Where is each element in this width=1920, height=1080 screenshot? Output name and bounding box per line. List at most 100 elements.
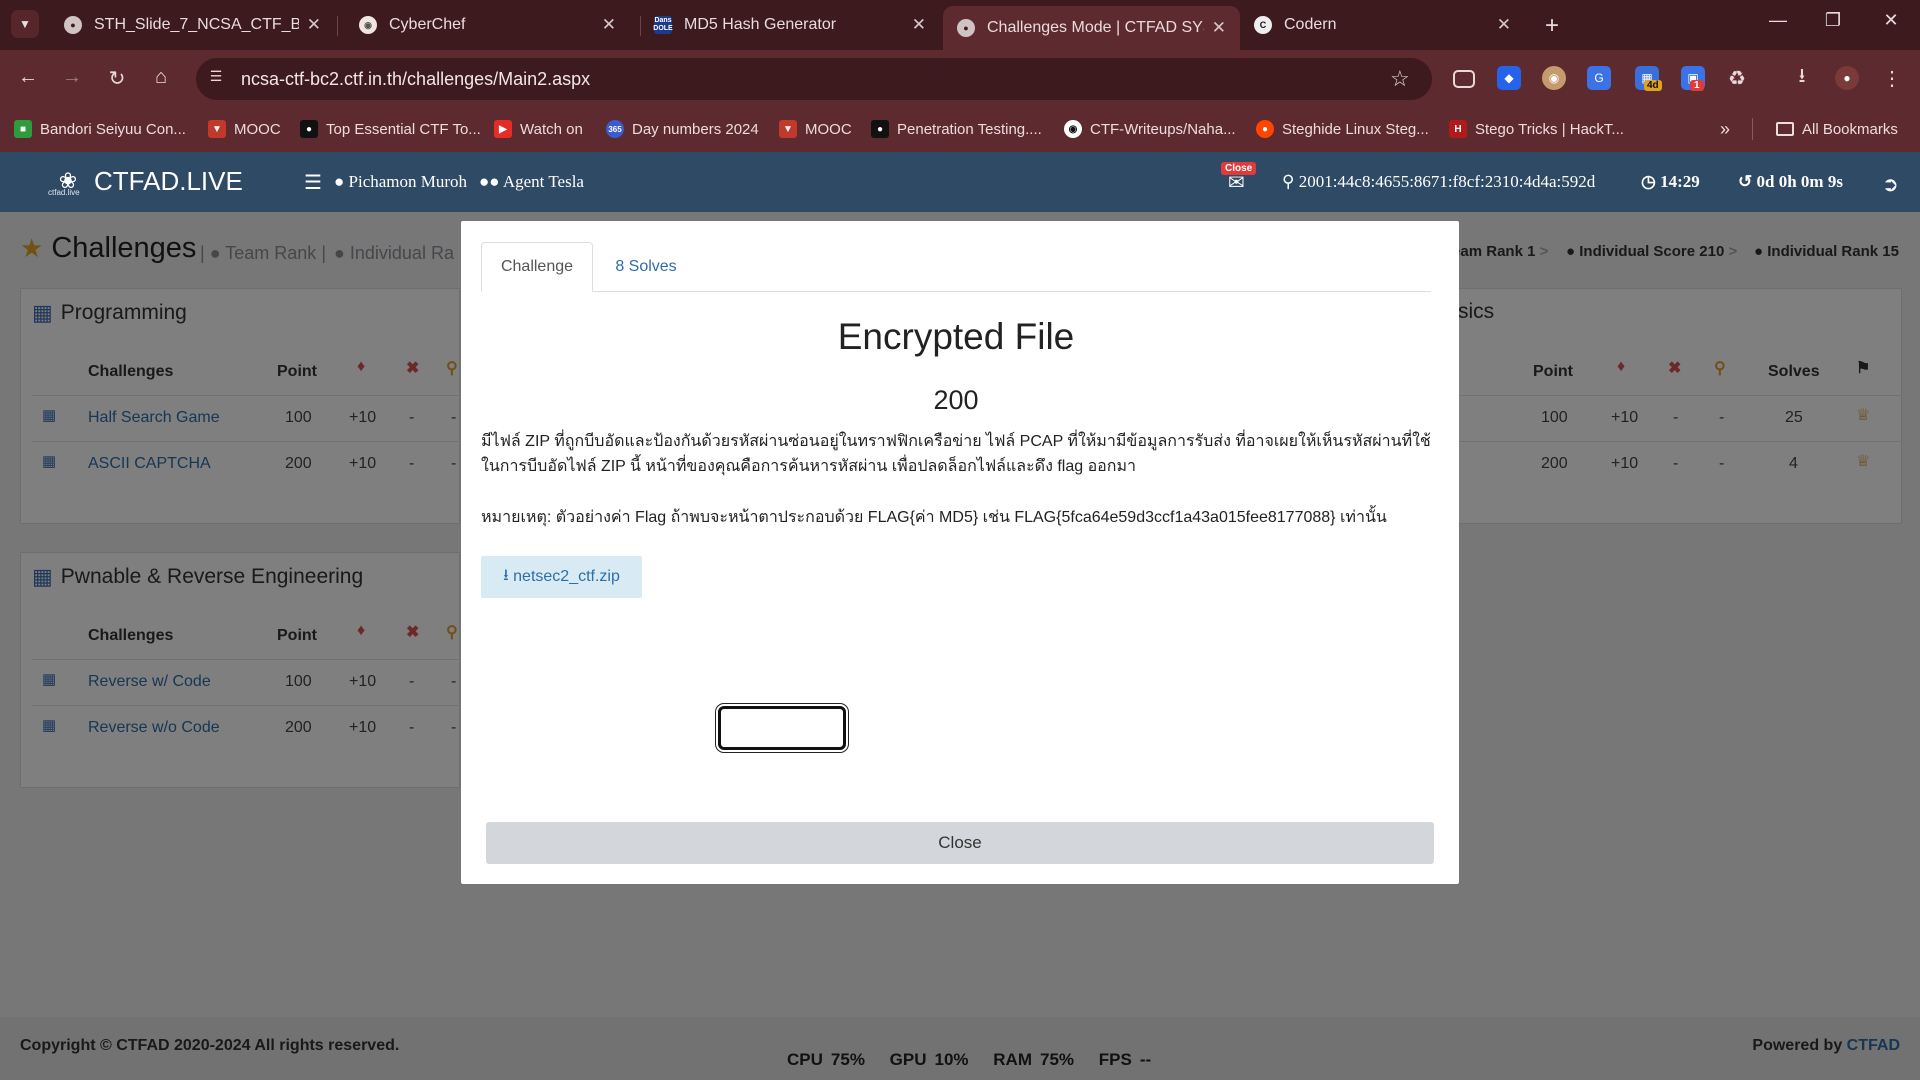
puzzle-extensions-icon[interactable]: ♻ [1725,66,1749,90]
minimize-button[interactable]: — [1763,10,1793,31]
shield-favicon-icon: ▼ [208,120,226,138]
user-icon: ● [334,172,349,191]
bookmark-star-icon[interactable]: ☆ [1390,66,1410,92]
tab-title: MD5 Hash Generator [684,16,837,33]
translate-extension-icon[interactable]: G [1587,66,1611,90]
tab-title: STH_Slide_7_NCSA_CTF_Bootcamp [94,16,299,33]
tab-search-button[interactable]: ▼ [11,10,39,38]
tab-md5-generator[interactable]: Dans DOLE MD5 Hash Generator ✕ [640,6,940,44]
tab-solves[interactable]: 8 Solves [596,242,696,292]
users-icon: ●● [479,172,503,191]
tab-title: CyberChef [389,16,466,33]
reload-button[interactable]: ↻ [103,66,131,91]
mail-badge: Close [1221,162,1257,175]
tab-title: Challenges Mode | CTFAD SYSTEM [987,19,1204,36]
bookmark-item[interactable]: ▼ MOOC [208,116,281,142]
hamburger-menu-icon[interactable]: ☰ [304,170,322,195]
bookmark-item[interactable]: ◉ CTF-Writeups/Naha... [1064,116,1236,142]
logout-icon[interactable]: ➲ [1882,172,1899,197]
tab-title: Codern [1284,16,1337,33]
challenge-title: Encrypted File [837,316,1075,357]
close-window-button[interactable]: ✕ [1876,10,1906,31]
codern-icon: C [1254,16,1272,34]
tab-sth-slide[interactable]: ● STH_Slide_7_NCSA_CTF_Bootcamp ✕ [50,6,335,44]
close-icon[interactable]: ✕ [912,15,926,35]
extension-badge: 1 [1690,80,1704,91]
clock-icon: ◷ [1641,172,1661,191]
reload-icon: ↻ [108,68,126,90]
profile-avatar[interactable]: ● [1835,66,1859,90]
double-chevron-icon: » [1720,118,1731,139]
tab-divider [337,16,338,36]
globe-icon: ● [64,16,82,34]
tab-challenges-mode[interactable]: ● Challenges Mode | CTFAD SYSTEM ✕ [943,6,1240,50]
elapsed-timer: ↺ 0d 0h 0m 9s [1738,172,1843,191]
site-info-icon[interactable]: ☰ [206,68,226,88]
team-name[interactable]: ●● Agent Tesla [479,172,584,192]
logo-subtext: ctfad.live [48,188,80,197]
new-tab-button[interactable]: + [1545,12,1559,40]
extension-badge: 4d [1644,80,1662,91]
close-icon: ✕ [1883,10,1899,30]
home-icon: ⌂ [154,66,168,88]
sidebar-panel-icon[interactable] [1453,70,1475,88]
close-button[interactable]: Close [486,822,1434,864]
bookmark-item[interactable]: ■ Bandori Seiyuu Con... [14,116,186,142]
chevron-down-icon: ▼ [19,17,31,31]
folder-icon [1776,122,1794,136]
github-favicon-icon: ◉ [1064,120,1082,138]
challenge-description: มีไฟล์ ZIP ที่ถูกบีบอัดและป้องกันด้วยรหั… [481,433,1431,475]
bookmark-item[interactable]: H Stego Tricks | HackT... [1449,116,1624,142]
back-button[interactable]: ← [14,66,42,89]
flag-input[interactable] [716,704,848,752]
bookmark-item[interactable]: ● Penetration Testing.... [871,116,1042,142]
home-button[interactable]: ⌂ [147,66,175,89]
restore-icon: ❐ [1824,10,1842,30]
user-name[interactable]: ● Pichamon Muroh [334,172,467,192]
site-navbar [0,152,1920,212]
chef-hat-icon: ◉ [359,16,377,34]
reddit-favicon-icon: ● [1256,120,1274,138]
dans-dole-icon: Dans DOLE [653,16,673,34]
medium-favicon-icon: ● [871,120,889,138]
bookmark-item[interactable]: 365 Day numbers 2024 [606,116,759,142]
challenge-points: 200 [933,385,979,415]
map-marker-icon: ⚲ [1282,172,1299,191]
close-icon[interactable]: ✕ [1212,18,1226,38]
tab-challenge[interactable]: Challenge [481,242,593,292]
clock: ◷ 14:29 [1641,172,1700,191]
bookmark-item[interactable]: ● Steghide Linux Steg... [1256,116,1429,142]
restore-button[interactable]: ❐ [1818,10,1848,31]
download-icon[interactable]: ⭳ [1790,65,1814,90]
close-icon[interactable]: ✕ [307,15,321,35]
minimize-icon: — [1769,10,1787,30]
shield-favicon-icon: ▼ [779,120,797,138]
performance-overlay: CPU 75% GPU 10% RAM 75% FPS -- [787,1050,1152,1069]
arrow-right-icon: → [62,66,82,88]
close-icon[interactable]: ✕ [1497,15,1511,35]
url-text[interactable]: ncsa-ctf-bc2.ctf.in.th/challenges/Main2.… [241,69,590,90]
ip-address: ⚲ 2001:44c8:4655:8671:f8cf:2310:4d4a:592… [1282,172,1596,191]
layers-extension-icon[interactable]: ◆ [1497,66,1521,90]
brand-name[interactable]: CTFAD.LIVE [94,166,243,197]
bookmarks-overflow-button[interactable]: » [1720,116,1730,142]
download-icon: ⭳ [503,566,514,584]
bookmark-item[interactable]: ▶ Watch on [494,116,583,142]
close-icon[interactable]: ✕ [602,15,616,35]
youtube-favicon-icon: ▶ [494,120,512,138]
menu-kebab-icon[interactable]: ⋮ [1880,66,1904,90]
forward-button[interactable]: → [58,66,86,89]
bookmark-favicon-icon: ■ [14,120,32,138]
all-bookmarks-button[interactable]: All Bookmarks [1776,116,1898,142]
arrow-left-icon: ← [18,66,38,88]
download-file-button[interactable]: ⭳ netsec2_ctf.zip [481,556,642,598]
bookmark-item[interactable]: ▼ MOOC [779,116,852,142]
bookmark-divider [1752,118,1753,140]
365-favicon-icon: 365 [606,120,624,138]
bookmark-item[interactable]: ● Top Essential CTF To... [300,116,481,142]
history-icon: ↺ [1738,172,1757,191]
tab-cyberchef[interactable]: ◉ CyberChef ✕ [345,6,630,44]
owl-extension-icon[interactable]: ◉ [1542,66,1566,90]
challenge-note: หมายเหตุ: ตัวอย่างค่า Flag ถ้าพบจะหน้าตา… [481,509,1387,526]
tab-codern[interactable]: C Codern ✕ [1240,6,1525,44]
